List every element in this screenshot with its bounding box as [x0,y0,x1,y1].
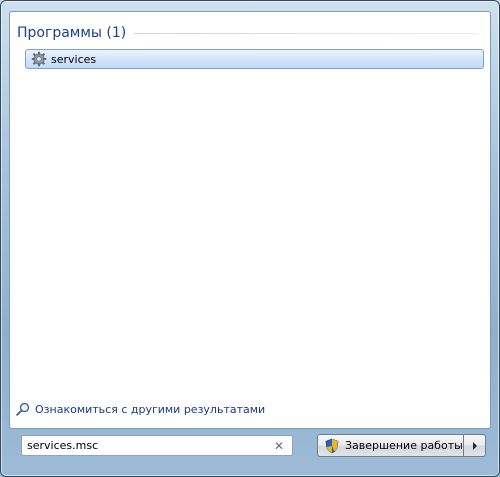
programs-section-header: Программы (1) [17,24,478,42]
section-divider [134,32,478,34]
magnifier-icon [16,402,30,416]
close-icon[interactable]: ✕ [271,438,287,454]
shutdown-button[interactable]: Завершение работы [317,434,464,457]
see-more-results-link[interactable]: Ознакомиться с другими результатами [16,400,265,418]
shield-icon [324,438,340,454]
shutdown-options-button[interactable] [464,434,486,457]
search-input[interactable] [22,437,271,454]
services-gear-icon [31,51,47,67]
chevron-right-icon [471,436,479,455]
search-box: ✕ [21,435,293,456]
search-results-panel: Программы (1) services Ознакомиться с др… [9,11,491,429]
see-more-results-label: Ознакомиться с другими результатами [35,402,266,416]
result-label: services [51,52,97,66]
shutdown-control: Завершение работы [317,434,487,457]
result-item-services[interactable]: services [25,49,484,69]
section-title: Программы (1) [17,25,127,41]
shutdown-label: Завершение работы [345,439,463,452]
